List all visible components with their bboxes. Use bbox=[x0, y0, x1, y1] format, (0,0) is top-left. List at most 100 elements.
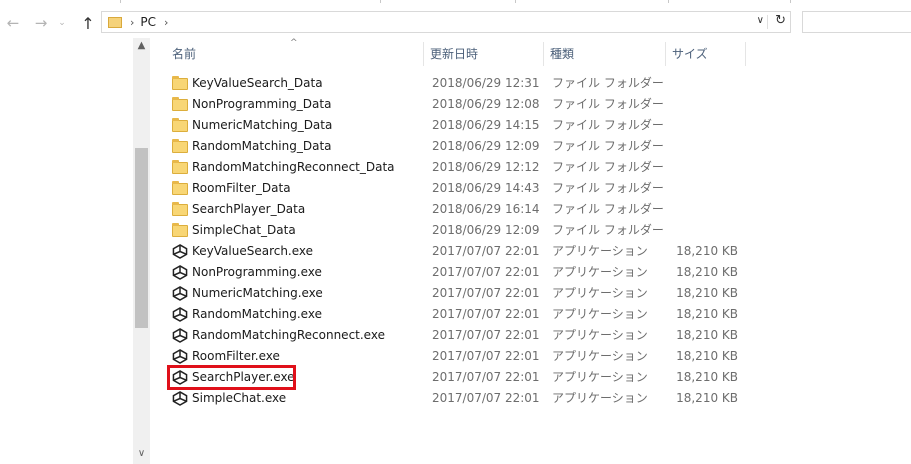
chevron-right-icon[interactable]: › bbox=[164, 16, 168, 29]
file-type: アプリケーション bbox=[552, 265, 648, 279]
vertical-scrollbar[interactable]: ▲ ∨ bbox=[133, 38, 150, 464]
recent-locations-button[interactable]: ⌄ bbox=[55, 13, 69, 33]
file-date: 2018/06/29 12:09 bbox=[432, 223, 540, 237]
file-row[interactable]: SimpleChat.exe 2017/07/07 22:01 アプリケーション 18… bbox=[150, 388, 750, 409]
file-row[interactable]: RandomMatchingReconnect_Data 2018/06/29 1… bbox=[150, 157, 750, 178]
file-type: アプリケーション bbox=[552, 244, 648, 258]
file-type: アプリケーション bbox=[552, 286, 648, 300]
refresh-icon[interactable]: ↻ bbox=[775, 13, 786, 28]
file-size bbox=[650, 157, 738, 178]
file-type: ファイル フォルダー bbox=[552, 97, 664, 111]
top-strip bbox=[0, 0, 911, 6]
column-type[interactable]: 種類 bbox=[544, 42, 666, 66]
file-name: NonProgramming_Data bbox=[192, 97, 332, 111]
arrow-left-icon: ← bbox=[6, 14, 20, 32]
file-date: 2017/07/07 22:01 bbox=[432, 244, 540, 258]
file-type: ファイル フォルダー bbox=[552, 223, 664, 237]
file-row[interactable]: NumericMatching.exe 2017/07/07 22:01 アプリケー… bbox=[150, 283, 750, 304]
unity-app-icon bbox=[172, 328, 188, 343]
forward-button[interactable]: → bbox=[30, 13, 52, 33]
navigation-bar: ← → ⌄ ↑ › PC › ∨ ↻ bbox=[0, 8, 911, 38]
chevron-down-icon: ⌄ bbox=[58, 18, 66, 28]
column-header: ^ 名前 更新日時 種類 サイズ bbox=[150, 38, 750, 66]
file-row[interactable]: SimpleChat_Data 2018/06/29 12:09 ファイル フォルダ… bbox=[150, 220, 750, 241]
breadcrumb-pc[interactable]: PC bbox=[140, 15, 156, 29]
file-size bbox=[650, 94, 738, 115]
file-date: 2018/06/29 14:15 bbox=[432, 118, 540, 132]
file-size bbox=[650, 115, 738, 136]
highlight-box bbox=[167, 365, 296, 390]
file-row[interactable]: SearchPlayer_Data 2018/06/29 16:14 ファイル フォ… bbox=[150, 199, 750, 220]
unity-app-icon bbox=[172, 265, 188, 280]
file-row[interactable]: RoomFilter_Data 2018/06/29 14:43 ファイル フォルダ… bbox=[150, 178, 750, 199]
divider bbox=[790, 0, 791, 3]
arrow-right-icon: → bbox=[34, 14, 48, 32]
unity-app-icon bbox=[172, 349, 188, 364]
file-row[interactable]: RandomMatchingReconnect.exe 2017/07/07 22… bbox=[150, 325, 750, 346]
file-date: 2018/06/29 12:31 bbox=[432, 76, 540, 90]
file-name: RandomMatching_Data bbox=[192, 139, 332, 153]
column-date[interactable]: 更新日時 bbox=[424, 42, 544, 66]
file-name: SimpleChat_Data bbox=[192, 223, 296, 237]
file-type: ファイル フォルダー bbox=[552, 118, 664, 132]
file-row[interactable]: RoomFilter.exe 2017/07/07 22:01 アプリケーション 18… bbox=[150, 346, 750, 367]
file-type: アプリケーション bbox=[552, 307, 648, 321]
folder-icon bbox=[172, 139, 188, 154]
file-date: 2018/06/29 12:08 bbox=[432, 97, 540, 111]
file-row[interactable]: KeyValueSearch.exe 2017/07/07 22:01 アプリケーシ… bbox=[150, 241, 750, 262]
column-size[interactable]: サイズ bbox=[666, 42, 746, 66]
folder-icon bbox=[172, 97, 188, 112]
file-date: 2017/07/07 22:01 bbox=[432, 307, 540, 321]
folder-icon bbox=[172, 76, 188, 91]
file-type: アプリケーション bbox=[552, 349, 648, 363]
file-name: KeyValueSearch.exe bbox=[192, 244, 314, 258]
back-button[interactable]: ← bbox=[2, 13, 24, 33]
file-type: ファイル フォルダー bbox=[552, 181, 664, 195]
folder-icon bbox=[172, 223, 188, 238]
file-name: RandomMatchingReconnect_Data bbox=[192, 160, 395, 174]
scroll-down-icon[interactable]: ∨ bbox=[133, 448, 150, 459]
file-name: RandomMatching.exe bbox=[192, 307, 322, 321]
file-date: 2017/07/07 22:01 bbox=[432, 286, 540, 300]
file-date: 2017/07/07 22:01 bbox=[432, 349, 540, 363]
file-date: 2017/07/07 22:01 bbox=[432, 265, 540, 279]
scrollbar-thumb[interactable] bbox=[135, 148, 148, 328]
file-size: 18,210 KB bbox=[676, 265, 738, 279]
file-name: KeyValueSearch_Data bbox=[192, 76, 323, 90]
file-row[interactable]: RandomMatching_Data 2018/06/29 12:09 ファイル … bbox=[150, 136, 750, 157]
scroll-up-icon[interactable]: ▲ bbox=[133, 40, 150, 51]
file-row[interactable]: NumericMatching_Data 2018/06/29 14:15 ファイル… bbox=[150, 115, 750, 136]
file-date: 2018/06/29 14:43 bbox=[432, 181, 540, 195]
file-size: 18,210 KB bbox=[676, 349, 738, 363]
file-size: 18,210 KB bbox=[676, 286, 738, 300]
chevron-down-icon[interactable]: ∨ bbox=[757, 15, 764, 26]
file-size: 18,210 KB bbox=[676, 391, 738, 405]
up-button[interactable]: ↑ bbox=[77, 13, 99, 33]
divider bbox=[380, 0, 381, 3]
search-input[interactable] bbox=[802, 11, 911, 33]
file-row[interactable]: KeyValueSearch_Data 2018/06/29 12:31 ファイル … bbox=[150, 73, 750, 94]
file-size: 18,210 KB bbox=[676, 244, 738, 258]
file-name: RoomFilter.exe bbox=[192, 349, 280, 363]
file-row[interactable]: RandomMatching.exe 2017/07/07 22:01 アプリケーシ… bbox=[150, 304, 750, 325]
unity-app-icon bbox=[172, 286, 188, 301]
file-size bbox=[650, 136, 738, 157]
file-row[interactable]: NonProgramming.exe 2017/07/07 22:01 アプリケーシ… bbox=[150, 262, 750, 283]
file-size: 18,210 KB bbox=[676, 370, 738, 384]
file-type: ファイル フォルダー bbox=[552, 160, 664, 174]
folder-icon bbox=[172, 181, 188, 196]
folder-icon bbox=[172, 118, 188, 133]
divider bbox=[668, 0, 669, 3]
file-size: 18,210 KB bbox=[676, 328, 738, 342]
chevron-right-icon[interactable]: › bbox=[130, 16, 134, 29]
column-name[interactable]: 名前 bbox=[166, 42, 424, 66]
address-bar[interactable]: › PC › ∨ ↻ bbox=[101, 11, 791, 33]
unity-app-icon bbox=[172, 307, 188, 322]
file-name: NumericMatching.exe bbox=[192, 286, 323, 300]
file-date: 2018/06/29 12:12 bbox=[432, 160, 540, 174]
divider bbox=[515, 0, 516, 3]
file-row[interactable]: NonProgramming_Data 2018/06/29 12:08 ファイル … bbox=[150, 94, 750, 115]
file-type: アプリケーション bbox=[552, 370, 648, 384]
file-type: ファイル フォルダー bbox=[552, 202, 664, 216]
divider bbox=[120, 0, 121, 3]
